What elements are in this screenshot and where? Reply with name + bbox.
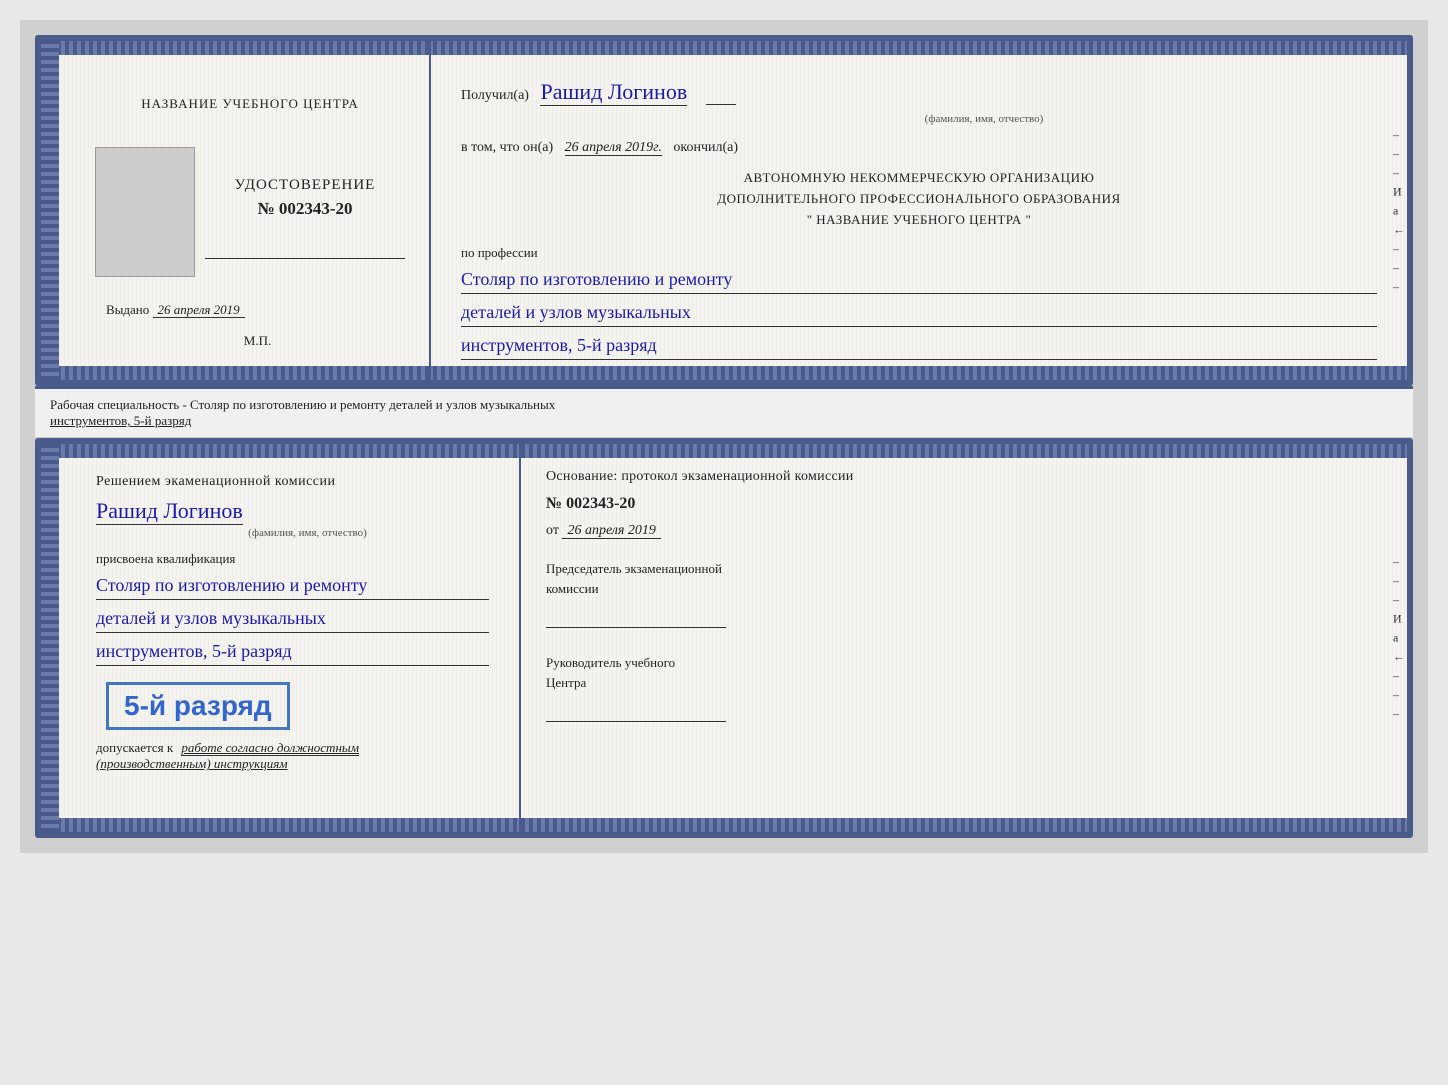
chairman-block: Председатель экзаменационной комиссии [546,559,1382,628]
recipient-name: Рашид Логинов [540,79,687,106]
org-block: АВТОНОМНУЮ НЕКОММЕРЧЕСКУЮ ОРГАНИЗАЦИЮ ДО… [461,168,1377,230]
decision-text: Решением экаменационной комиссии [96,474,489,490]
number-label: № [257,199,274,218]
profession-label: по профессии [461,245,1377,261]
qual-line2: деталей и узлов музыкальных [96,605,489,633]
issued-label: Выдано [106,302,149,317]
work-text: работе согласно должностным [181,740,359,756]
stripe-left-1 [41,41,59,380]
chairman-sig-line [546,608,726,628]
document-card-1: НАЗВАНИЕ УЧЕБНОГО ЦЕНТРА УДОСТОВЕРЕНИЕ №… [35,35,1413,386]
grade-text: 5-й разряд [124,690,272,721]
received-label: Получил(а) [461,88,529,103]
okonchil-label: окончил(а) [673,140,738,155]
допускается-label: допускается к [96,740,173,755]
rukovoditel-line1: Руководитель учебного [546,653,1382,673]
ot-date: 26 апреля 2019 [562,523,660,539]
chairman-line2: комиссии [546,579,1382,599]
doc2-right-panel: Основание: протокол экзаменационной коми… [521,444,1407,832]
osnование-text: Основание: протокол экзаменационной коми… [546,469,1382,485]
doc1-number: № 002343-20 [205,199,405,219]
prisvoena-label: присвоена квалификация [96,551,489,567]
profession-line1: Столяр по изготовлению и ремонту [461,266,1377,294]
side-letters-1: – – – И а ← – – – [1393,127,1407,294]
doc1-right-panel: Получил(а) Рашид Логинов (фамилия, имя, … [431,41,1407,380]
doc2-number-value: 002343-20 [566,495,635,512]
fio-label-2: (фамилия, имя, отчество) [126,527,489,539]
doc1-center-name: НАЗВАНИЕ УЧЕБНОГО ЦЕНТРА [86,96,414,112]
udostoverenie-title: УДОСТОВЕРЕНИЕ [205,177,405,194]
page-wrapper: НАЗВАНИЕ УЧЕБНОГО ЦЕНТРА УДОСТОВЕРЕНИЕ №… [20,20,1428,853]
document-card-2: Решением экаменационной комиссии Рашид Л… [35,438,1413,838]
profession-line2: деталей и узлов музыкальных [461,299,1377,327]
profession-line3: инструментов, 5-й разряд [461,332,1377,360]
doc2-name: Рашид Логинов [96,498,243,525]
instruktsii: (производственным) инструкциям [96,756,489,772]
rukovoditel-block: Руководитель учебного Центра [546,653,1382,722]
rukovoditel-line2: Центра [546,673,1382,693]
org-line3: " НАЗВАНИЕ УЧЕБНОГО ЦЕНТРА " [461,210,1377,231]
received-line: Получил(а) Рашид Логинов [461,69,1377,106]
org-line2: ДОПОЛНИТЕЛЬНОГО ПРОФЕССИОНАЛЬНОГО ОБРАЗО… [461,189,1377,210]
issued-date: 26 апреля 2019 [153,302,245,318]
ot-line: от 26 апреля 2019 [546,523,1382,539]
specialty-main: Рабочая специальность - Столяр по изгото… [50,397,555,412]
doc2-number-block: № 002343-20 [546,495,1382,513]
chairman-label: Председатель экзаменационной комиссии [546,559,1382,598]
specialty-underline: инструментов, 5-й разряд [50,413,191,428]
vtom-label: в том, что он(а) [461,140,553,155]
doc2-left-panel: Решением экаменационной комиссии Рашид Л… [41,444,521,832]
number-value: 002343-20 [279,199,353,218]
rukovoditel-sig-line [546,702,726,722]
ot-label: от [546,523,559,538]
doc1-left-panel: НАЗВАНИЕ УЧЕБНОГО ЦЕНТРА УДОСТОВЕРЕНИЕ №… [41,41,431,380]
doc2-number-label: № [546,495,562,512]
stripe-left-2 [41,444,59,832]
qual-line3: инструментов, 5-й разряд [96,638,489,666]
org-line1: АВТОНОМНУЮ НЕКОММЕРЧЕСКУЮ ОРГАНИЗАЦИЮ [461,168,1377,189]
side-letters-2: – – – И а ← – – – [1393,555,1407,722]
fio-label-1: (фамилия, имя, отчество) [591,113,1377,125]
chairman-line1: Председатель экзаменационной [546,559,1382,579]
rukovoditel-label: Руководитель учебного Центра [546,653,1382,692]
issued-line: Выдано 26 апреля 2019 [106,302,414,318]
grade-box: 5-й разряд [106,682,290,730]
qual-line1: Столяр по изготовлению и ремонту [96,572,489,600]
vtom-date: 26 апреля 2019г. [565,140,662,156]
vtom-line: в том, что он(а) 26 апреля 2019г. окончи… [461,140,1377,156]
mp-line: М.П. [101,333,414,349]
допускается-line: допускается к работе согласно должностны… [96,740,489,756]
photo-placeholder [95,147,195,277]
specialty-text-block: Рабочая специальность - Столяр по изгото… [35,386,1413,438]
